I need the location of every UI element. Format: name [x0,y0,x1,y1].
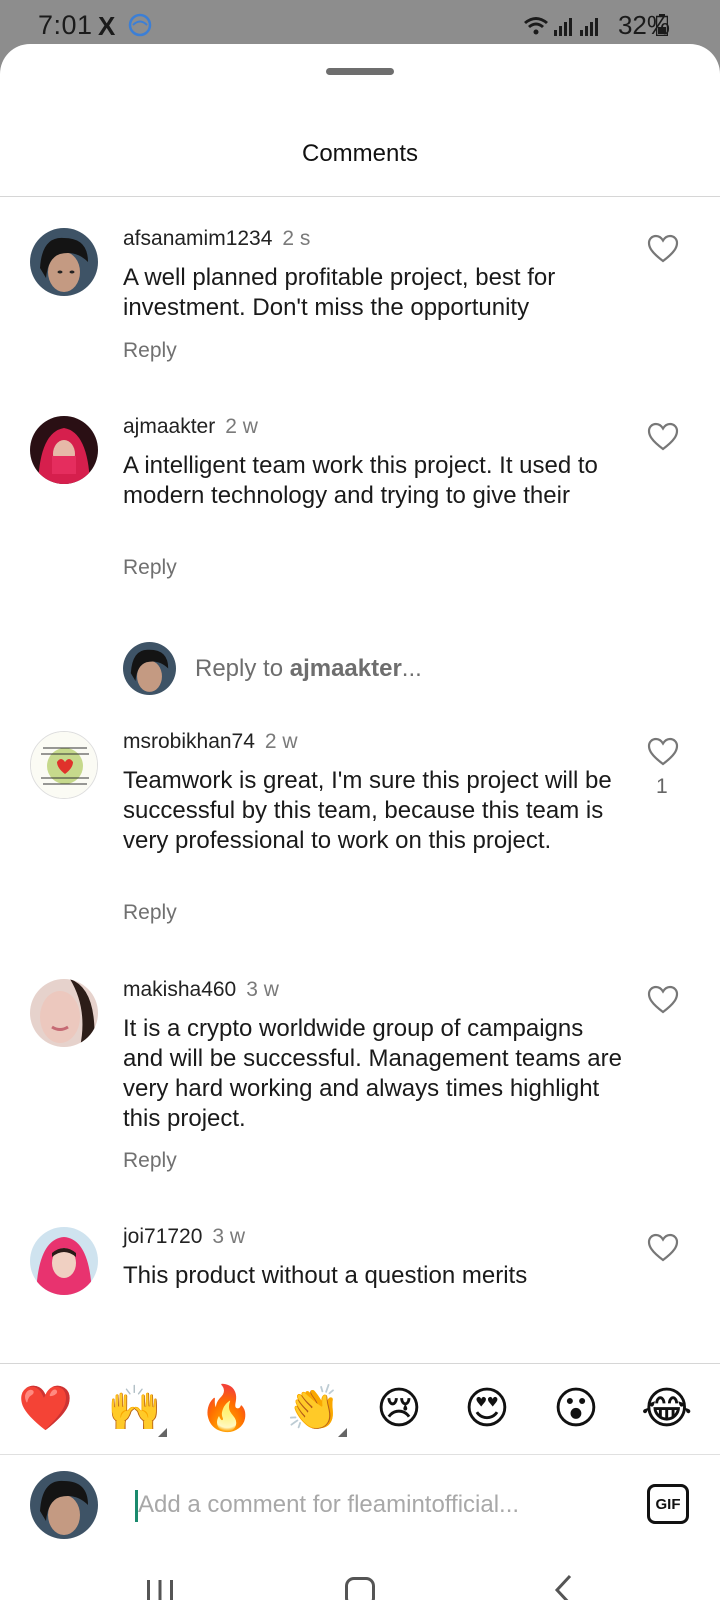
surprised-face-emoji[interactable]: 😮 [553,1382,599,1436]
comment-input[interactable] [138,1485,608,1525]
avatar[interactable] [30,228,98,296]
avatar [123,642,176,695]
emoji-reaction-bar: ❤️ 🙌 🔥 👏 😢 😍 😮 😂 [0,1364,720,1454]
battery-icon [656,14,668,36]
signal-icon [554,18,572,36]
comment-text: A well planned profitable project, best … [123,264,556,321]
comments-list[interactable]: afsanamim1234 2 s A well planned profitab… [0,197,720,1363]
recent-apps-icon[interactable] [145,1577,175,1600]
signal-icon [580,18,598,36]
home-icon[interactable] [345,1577,375,1600]
comment-username[interactable]: afsanamim1234 [123,227,272,250]
reply-button[interactable]: Reply [123,556,177,580]
avatar[interactable] [30,979,98,1047]
heart-icon[interactable] [647,1233,679,1263]
heart-eyes-emoji[interactable]: 😍 [464,1382,510,1436]
avatar[interactable] [30,1227,98,1295]
comment-username[interactable]: msrobikhan74 [123,730,255,753]
tears-of-joy-emoji[interactable]: 😂 [641,1382,692,1436]
comment-text: This product without a question merits [123,1262,528,1289]
wifi-signal-icons [524,17,598,36]
comment-time: 3 w [212,1225,246,1248]
status-time: 7:01 [38,10,93,40]
reply-button[interactable]: Reply [123,339,177,363]
comments-sheet: Comments afsanamim1234 2 s A well planned… [0,44,720,1600]
crying-face-emoji[interactable]: 😢 [376,1382,422,1436]
reply-prompt-suffix: ... [401,655,422,682]
comment-username[interactable]: joi71720 [123,1225,202,1248]
comment-time: 2 w [264,730,298,753]
comment-text: A intelligent team work this project. It… [123,452,598,509]
raising-hands-emoji[interactable]: 🙌 [107,1382,162,1436]
comment-text: It is a crypto worldwide group of campai… [123,1015,622,1132]
avatar [30,1471,98,1539]
system-nav-bar [0,1555,720,1600]
comment-time: 3 w [246,978,279,1001]
heart-icon[interactable] [647,422,679,452]
back-icon[interactable] [552,1573,576,1600]
skin-tone-indicator [158,1428,167,1437]
reply-button[interactable]: Reply [123,901,177,925]
reply-prompt-username: ajmaakter [289,655,402,682]
comment-composer: GIF [0,1455,720,1555]
comment-username[interactable]: makisha460 [123,978,236,1001]
skin-tone-indicator [338,1428,347,1437]
sheet-drag-handle[interactable] [326,68,394,75]
reply-button[interactable]: Reply [123,1149,177,1173]
comment-text: Teamwork is great, I'm sure this project… [123,767,612,854]
comment-username[interactable]: ajmaakter [123,415,215,438]
heart-icon[interactable] [647,985,679,1015]
like-count: 1 [656,775,668,798]
status-bar: 7:01 X 32% [0,0,720,48]
wifi-icon [524,17,548,35]
x-logo-icon: X [98,11,116,41]
heart-icon[interactable] [647,234,679,264]
clapping-hands-emoji[interactable]: 👏 [286,1382,341,1436]
comment-time: 2 w [225,415,258,438]
avatar[interactable] [30,731,98,799]
sheet-title: Comments [301,140,419,167]
gif-button[interactable]: GIF [647,1484,689,1524]
reply-prompt-prefix: Reply to [195,655,290,682]
avatar[interactable] [30,416,98,484]
heart-icon[interactable] [647,737,679,767]
red-heart-emoji[interactable]: ❤️ [18,1382,73,1436]
fire-emoji[interactable]: 🔥 [199,1382,254,1436]
browser-icon [128,13,152,37]
comment-time: 2 s [282,227,311,250]
